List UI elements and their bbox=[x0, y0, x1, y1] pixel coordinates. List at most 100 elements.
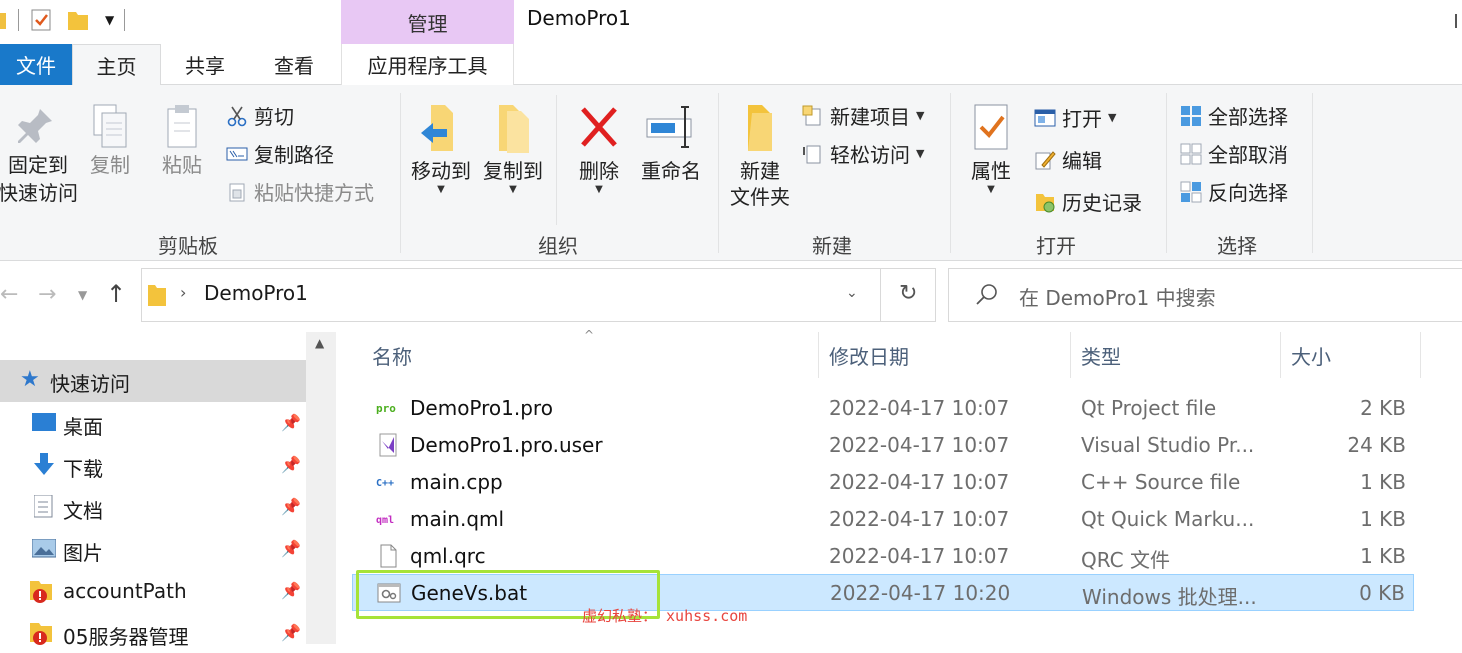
file-modified: 2022-04-17 10:07 bbox=[829, 433, 1010, 457]
select-group-label: 选择 bbox=[1217, 234, 1257, 258]
delete-button[interactable]: 删除 ▼ bbox=[570, 101, 628, 195]
properties-check-icon[interactable] bbox=[29, 8, 53, 32]
address-dropdown-icon[interactable]: ⌄ bbox=[846, 285, 858, 301]
breadcrumb-chevron-icon[interactable]: › bbox=[180, 283, 186, 302]
new-folder-button[interactable]: 新建 文件夹 bbox=[726, 101, 794, 211]
qat-dropdown-icon[interactable]: ▼ bbox=[105, 13, 114, 27]
address-bar[interactable]: › DemoPro1 ⌄ bbox=[141, 268, 881, 322]
paste-button[interactable]: 粘贴 bbox=[154, 103, 210, 179]
tab-file[interactable]: 文件 bbox=[0, 44, 72, 85]
cut-button[interactable]: 剪切 bbox=[226, 101, 294, 130]
copy-to-button[interactable]: 复制到 ▼ bbox=[480, 101, 546, 195]
file-type: Qt Project file bbox=[1081, 396, 1217, 420]
select-none-icon bbox=[1180, 143, 1202, 164]
tab-app-tools[interactable]: 应用程序工具 bbox=[341, 44, 514, 85]
search-placeholder: 在 DemoPro1 中搜索 bbox=[1019, 286, 1216, 310]
move-to-button[interactable]: 移动到 ▼ bbox=[408, 101, 474, 195]
group-separator bbox=[718, 93, 719, 253]
copy-path-button[interactable]: 复制路径 bbox=[226, 139, 334, 168]
pin-icon[interactable]: 📌 bbox=[281, 497, 301, 516]
forward-arrow-icon[interactable]: → bbox=[38, 282, 56, 307]
tab-home[interactable]: 主页 bbox=[72, 44, 161, 86]
pin-icon[interactable]: 📌 bbox=[281, 623, 301, 642]
manage-context-header: 管理 bbox=[341, 0, 514, 44]
edit-button[interactable]: 编辑 bbox=[1034, 145, 1102, 174]
refresh-button[interactable]: ↻ bbox=[880, 268, 936, 322]
file-modified: 2022-04-17 10:20 bbox=[830, 581, 1011, 605]
folder-icon[interactable] bbox=[0, 9, 8, 31]
nav-item-documents[interactable]: 文档 📌 bbox=[0, 487, 306, 527]
select-none-button[interactable]: 全部取消 bbox=[1180, 139, 1288, 168]
minimize-icon[interactable] bbox=[1455, 14, 1457, 28]
tab-share[interactable]: 共享 bbox=[164, 44, 246, 85]
picture-icon bbox=[32, 539, 56, 558]
pin-icon[interactable]: 📌 bbox=[281, 413, 301, 432]
back-arrow-icon[interactable]: ← bbox=[0, 282, 18, 307]
file-modified: 2022-04-17 10:07 bbox=[829, 544, 1010, 568]
edit-label: 编辑 bbox=[1062, 149, 1102, 173]
title-bar: ▼ 管理 DemoPro1 bbox=[0, 0, 1462, 44]
nav-item-accountpath[interactable]: accountPath 📌 bbox=[0, 571, 306, 611]
paste-shortcut-button[interactable]: 粘贴快捷方式 bbox=[226, 177, 374, 206]
file-modified: 2022-04-17 10:07 bbox=[829, 470, 1010, 494]
file-row[interactable]: qml main.qml 2022-04-17 10:07 Qt Quick M… bbox=[352, 501, 1414, 538]
open-button[interactable]: 打开 ▼ bbox=[1034, 103, 1116, 132]
properties-button[interactable]: 属性 ▼ bbox=[960, 101, 1022, 195]
copy-path-icon bbox=[226, 147, 248, 160]
new-item-button[interactable]: 新建项目 ▼ bbox=[802, 101, 924, 130]
group-separator bbox=[1312, 93, 1313, 253]
nav-scrollbar[interactable]: ▲ bbox=[306, 332, 336, 644]
group-separator bbox=[556, 95, 557, 225]
select-all-button[interactable]: 全部选择 bbox=[1180, 101, 1288, 130]
column-header-type[interactable]: 类型 bbox=[1061, 332, 1281, 378]
group-separator bbox=[950, 93, 951, 253]
nav-item-downloads[interactable]: 下载 📌 bbox=[0, 445, 306, 485]
up-arrow-icon[interactable]: ↑ bbox=[106, 280, 126, 308]
address-row: ← → ▼ ↑ › DemoPro1 ⌄ ↻ 在 DemoPro1 中搜索 bbox=[0, 262, 1462, 332]
file-row[interactable]: pro DemoPro1.pro 2022-04-17 10:07 Qt Pro… bbox=[352, 390, 1414, 427]
pin-icon[interactable]: 📌 bbox=[281, 455, 301, 474]
paste-icon bbox=[167, 105, 197, 148]
nav-item-server-mgmt[interactable]: 05服务器管理 📌 bbox=[0, 613, 306, 653]
move-to-label: 移动到 bbox=[411, 159, 471, 183]
column-type-label: 类型 bbox=[1081, 344, 1121, 369]
file-name: qml.qrc bbox=[410, 544, 486, 568]
new-folder-icon[interactable] bbox=[65, 8, 91, 32]
scroll-up-icon[interactable]: ▲ bbox=[315, 336, 324, 350]
nav-item-desktop[interactable]: 桌面 📌 bbox=[0, 403, 306, 443]
file-type: Visual Studio Pr... bbox=[1081, 433, 1255, 457]
watermark: 虚幻私塾： xuhss.com bbox=[582, 607, 748, 625]
tab-view[interactable]: 查看 bbox=[250, 44, 338, 85]
pin-quick-access-button[interactable]: 固定到 快速访问 bbox=[0, 103, 78, 207]
navigation-pane: ★ 快速访问 桌面 📌 下载 📌 文档 📌 图片 📌 accountPath 📌… bbox=[0, 332, 336, 649]
search-input[interactable]: 在 DemoPro1 中搜索 bbox=[948, 268, 1462, 322]
history-button[interactable]: 历史记录 bbox=[1034, 187, 1142, 216]
file-row[interactable]: DemoPro1.pro.user 2022-04-17 10:07 Visua… bbox=[352, 427, 1414, 464]
document-icon bbox=[34, 495, 53, 518]
nav-quick-access[interactable]: ★ 快速访问 bbox=[0, 360, 306, 402]
delete-label: 删除 bbox=[579, 159, 619, 183]
nav-item-label: 下载 bbox=[63, 457, 103, 481]
easy-access-button[interactable]: 轻松访问 ▼ bbox=[802, 139, 924, 168]
recent-dropdown-icon[interactable]: ▼ bbox=[78, 288, 87, 302]
pin-icon[interactable]: 📌 bbox=[281, 539, 301, 558]
copy-label: 复制 bbox=[90, 153, 130, 177]
column-header-modified[interactable]: 修改日期 bbox=[809, 332, 1071, 378]
column-header-name[interactable]: 名称 bbox=[352, 332, 819, 378]
copy-button[interactable]: 复制 bbox=[82, 103, 138, 179]
nav-item-pictures[interactable]: 图片 📌 bbox=[0, 529, 306, 569]
pin-icon[interactable]: 📌 bbox=[281, 581, 301, 600]
new-group-label: 新建 bbox=[812, 234, 852, 258]
group-separator bbox=[400, 93, 401, 253]
scissors-icon bbox=[227, 106, 247, 126]
new-item-label: 新建项目 bbox=[830, 105, 910, 129]
pin-label-1: 固定到 bbox=[8, 153, 68, 177]
search-icon bbox=[976, 284, 997, 305]
column-header-size[interactable]: 大小 bbox=[1271, 332, 1421, 378]
file-row[interactable]: C++ main.cpp 2022-04-17 10:07 C++ Source… bbox=[352, 464, 1414, 501]
desktop-icon bbox=[32, 413, 56, 431]
file-name: DemoPro1.pro.user bbox=[410, 433, 603, 457]
breadcrumb-path[interactable]: DemoPro1 bbox=[204, 281, 308, 305]
rename-button[interactable]: 重命名 bbox=[636, 101, 706, 185]
invert-selection-button[interactable]: 反向选择 bbox=[1180, 177, 1288, 206]
